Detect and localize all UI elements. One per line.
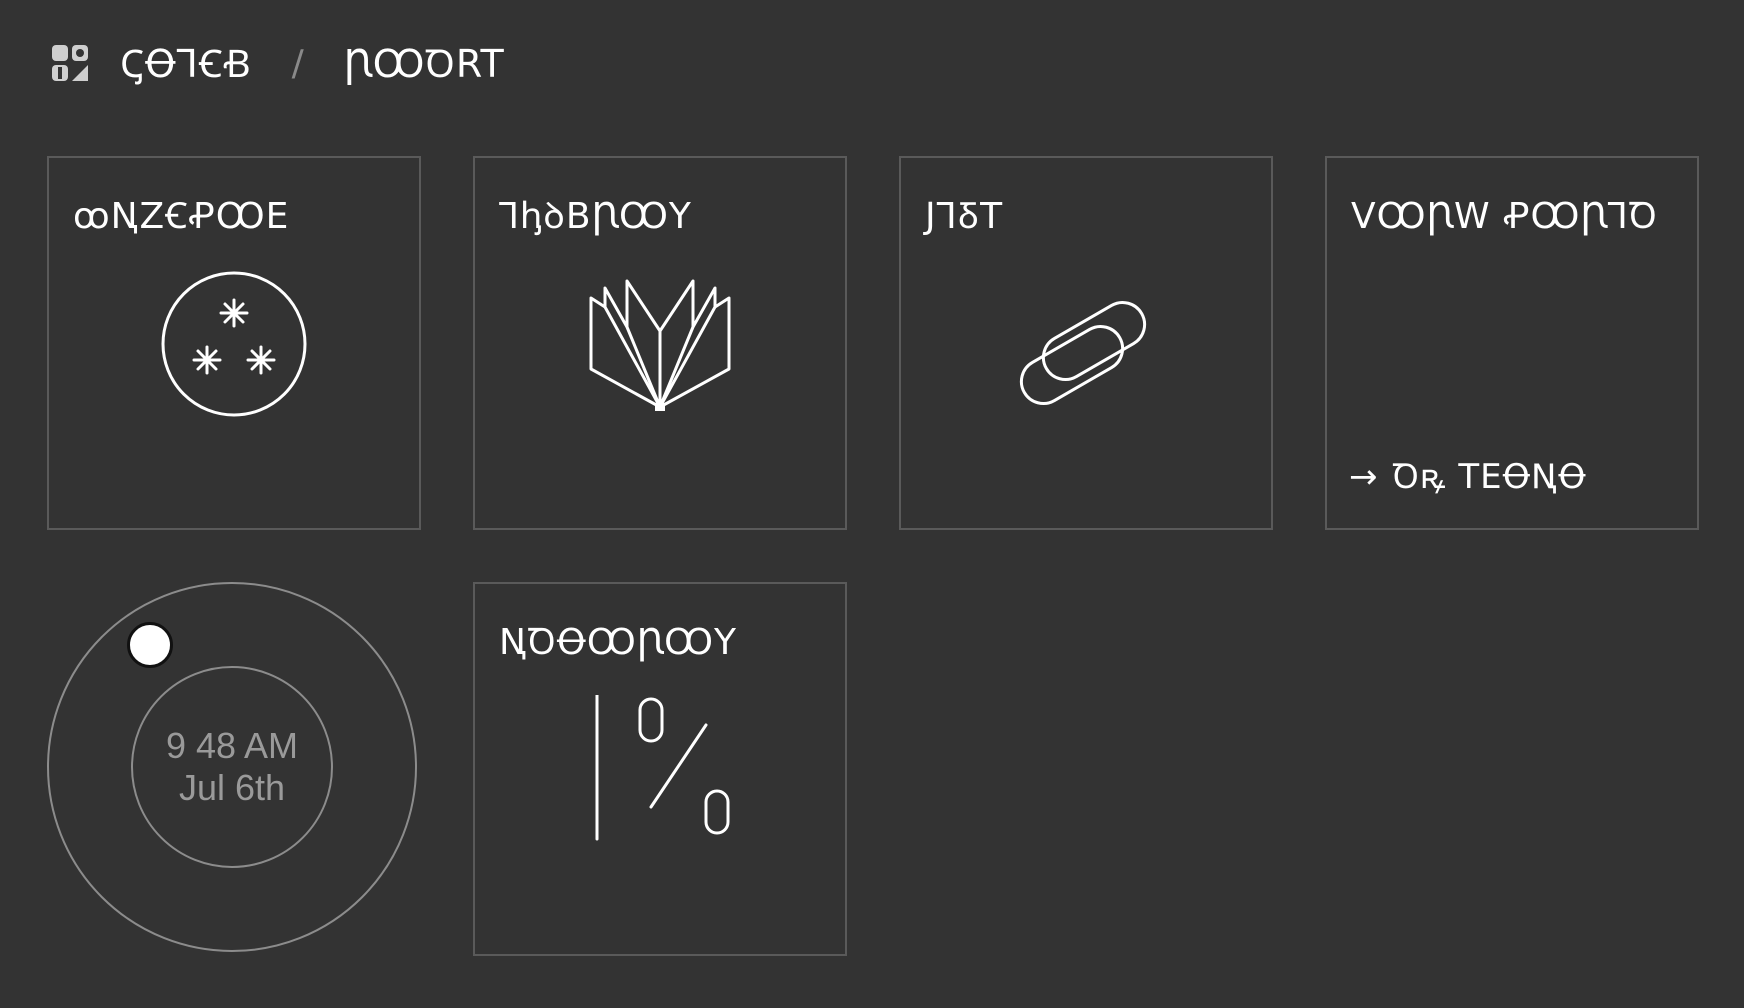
- breadcrumb-separator: /: [291, 42, 304, 84]
- tile-title: VꝎꞂW ꝒꝎꞂꞀꝹ: [1351, 196, 1658, 237]
- tile-footer-label: Ꝺꝶ TEꝊꞐꝊ: [1392, 457, 1587, 497]
- three-stars-circle-icon: [161, 271, 307, 417]
- arrow-right-icon: →: [1349, 457, 1379, 497]
- tile-title: ꞐꝹꝊꝎꞂꝎY: [499, 622, 738, 663]
- tile-2[interactable]: ꞀꞕꝺBꞂꝎY: [473, 156, 847, 530]
- app-logo-icon[interactable]: [50, 43, 90, 83]
- open-book-icon: [589, 279, 731, 411]
- tile-6[interactable]: ꞐꝹꝊꝎꞂꝎY: [473, 582, 847, 956]
- percent-icon: [595, 695, 730, 841]
- tile-title: ꝏꞐZꞒꝒꝎE: [73, 196, 290, 237]
- tile-4[interactable]: VꝎꞂW ꝒꝎꞂꞀꝹ → Ꝺꝶ TEꝊꞐꝊ: [1325, 156, 1699, 530]
- home-screen: ꟄꝊꞀꞒꞖ / ꞂꝎꝹRT ꝏꞐZꞒꝒꝎE ꞀꞕꝺBꞂꝎY JꞀꝽT VꝎꞂW …: [0, 0, 1744, 1008]
- tile-3[interactable]: JꞀꝽT: [899, 156, 1273, 530]
- breadcrumb-current: ꞂꝎꝹRT: [343, 42, 505, 86]
- clock-date: Jul 6th: [178, 767, 286, 808]
- clock-face: 9 48 AM Jul 6th: [131, 666, 333, 868]
- tile-title: JꞀꝽT: [925, 196, 1004, 237]
- tile-1[interactable]: ꝏꞐZꞒꝒꝎE: [47, 156, 421, 530]
- breadcrumb: ꟄꝊꞀꞒꞖ / ꞂꝎꝹRT: [50, 38, 505, 88]
- clock-widget[interactable]: 9 48 AM Jul 6th: [47, 582, 417, 952]
- chain-link-icon: [1019, 301, 1147, 405]
- tile-footer-link[interactable]: → Ꝺꝶ TEꝊꞐꝊ: [1349, 452, 1587, 498]
- clock-dial-handle[interactable]: [127, 622, 173, 668]
- clock-time: 9 48 AM: [165, 725, 299, 766]
- tile-title: ꞀꞕꝺBꞂꝎY: [499, 196, 692, 237]
- breadcrumb-root[interactable]: ꟄꝊꞀꞒꞖ: [120, 37, 252, 89]
